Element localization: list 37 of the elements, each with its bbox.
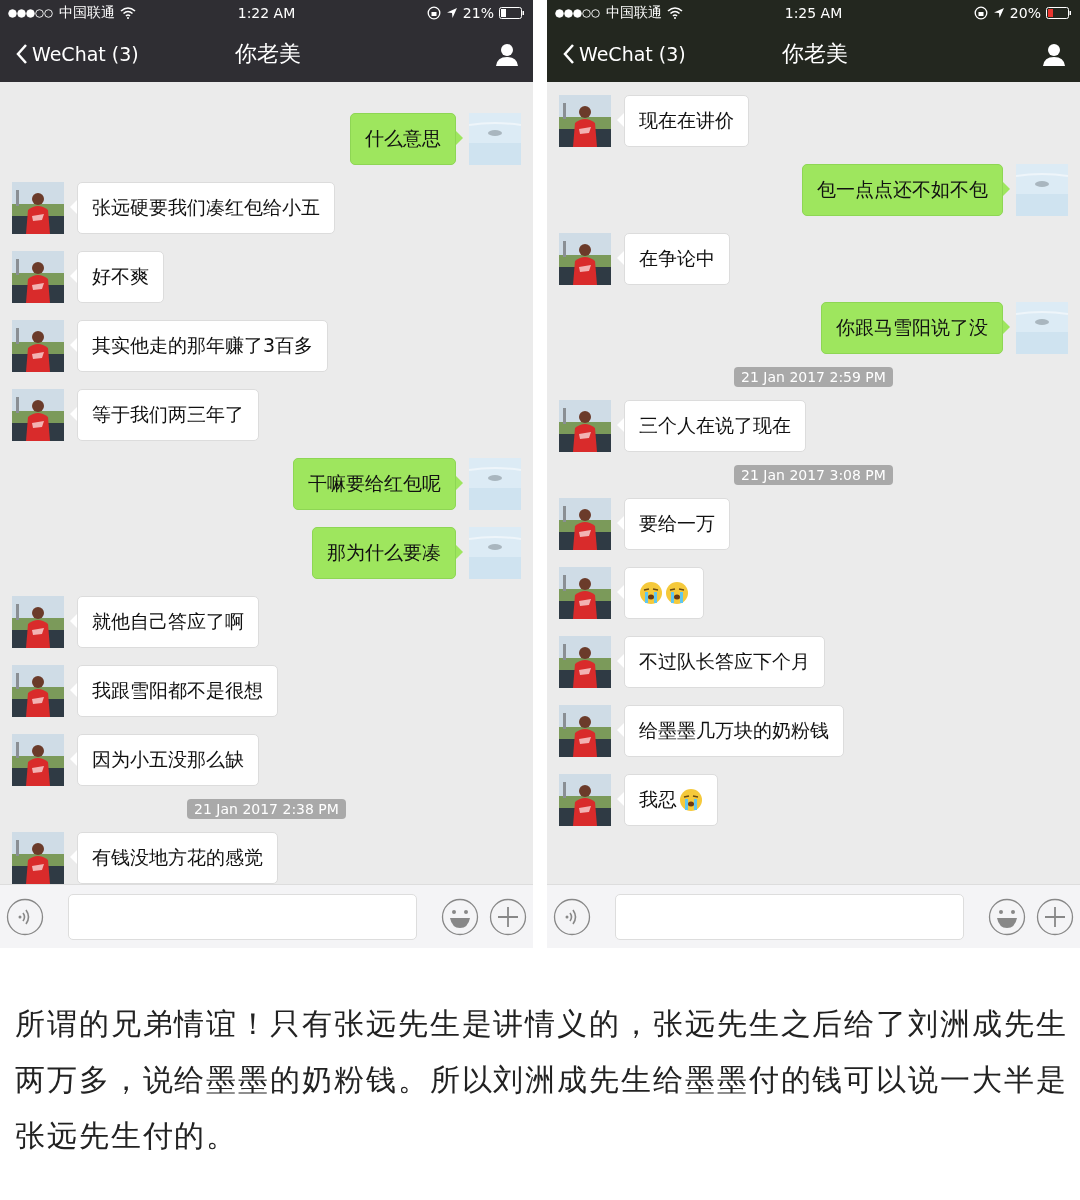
battery-percent: 20%	[1009, 5, 1041, 21]
person-icon[interactable]	[495, 42, 519, 66]
status-time: 1:25 AM	[784, 5, 843, 21]
back-link[interactable]: WeChat (3)	[16, 43, 186, 65]
smiley-icon[interactable]	[441, 897, 479, 936]
wifi-icon	[667, 7, 683, 19]
location-arrow-icon	[992, 7, 1005, 19]
timestamp: 21 Jan 2017 2:59 PM	[734, 367, 893, 387]
plus-icon[interactable]	[1036, 897, 1074, 936]
location-arrow-icon	[445, 7, 458, 19]
smiley-icon[interactable]	[988, 897, 1026, 936]
plus-icon[interactable]	[489, 897, 527, 936]
carrier-name: 中国联通	[606, 4, 662, 22]
voice-icon[interactable]	[6, 897, 44, 936]
timestamp: 21 Jan 2017 2:38 PM	[187, 799, 346, 819]
message-input[interactable]	[68, 893, 417, 940]
timestamp: 21 Jan 2017 3:08 PM	[734, 465, 893, 485]
message-input[interactable]	[615, 893, 964, 940]
crying-face-icon	[665, 581, 689, 605]
status-time: 1:22 AM	[237, 5, 296, 21]
caption-paragraph: 所谓的兄弟情谊！只有张远先生是讲情义的，张远先生之后给了刘洲成先生两万多，说给墨墨的奶粉钱。所以刘洲成先生给墨墨付的钱可以说一大半是张远先生付的。	[14, 1005, 1069, 1155]
chevron-left-icon	[563, 43, 575, 65]
carrier-name: 中国联通	[59, 4, 115, 22]
battery-percent: 21%	[462, 5, 494, 21]
signal-icon	[555, 8, 601, 18]
back-link[interactable]: WeChat (3)	[563, 43, 733, 65]
chevron-left-icon	[16, 43, 28, 65]
person-icon[interactable]	[1042, 42, 1066, 66]
crying-face-icon	[679, 788, 703, 812]
wifi-icon	[120, 7, 136, 19]
chat-title: 你老美	[781, 40, 848, 68]
voice-icon[interactable]	[553, 897, 591, 936]
rotation-lock-icon	[426, 6, 441, 20]
rotation-lock-icon	[973, 6, 988, 20]
chat-title: 你老美	[234, 40, 301, 68]
crying-face-icon	[639, 581, 663, 605]
signal-icon	[8, 8, 54, 18]
